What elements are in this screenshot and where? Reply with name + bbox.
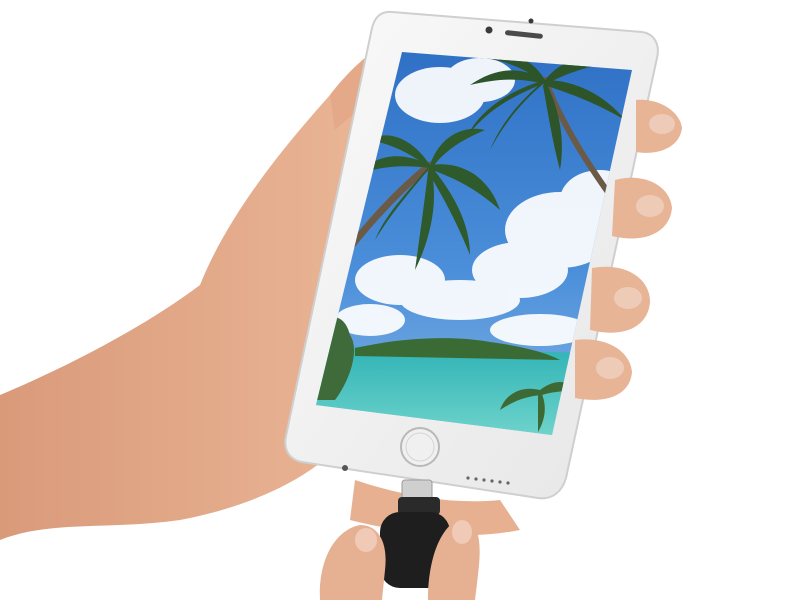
headphone-jack-icon [342, 465, 348, 471]
front-camera-icon [485, 26, 493, 34]
home-button[interactable] [400, 427, 440, 467]
sensor-icon [528, 18, 534, 24]
product-photo [0, 10, 682, 600]
product-photo-scene [0, 0, 800, 600]
